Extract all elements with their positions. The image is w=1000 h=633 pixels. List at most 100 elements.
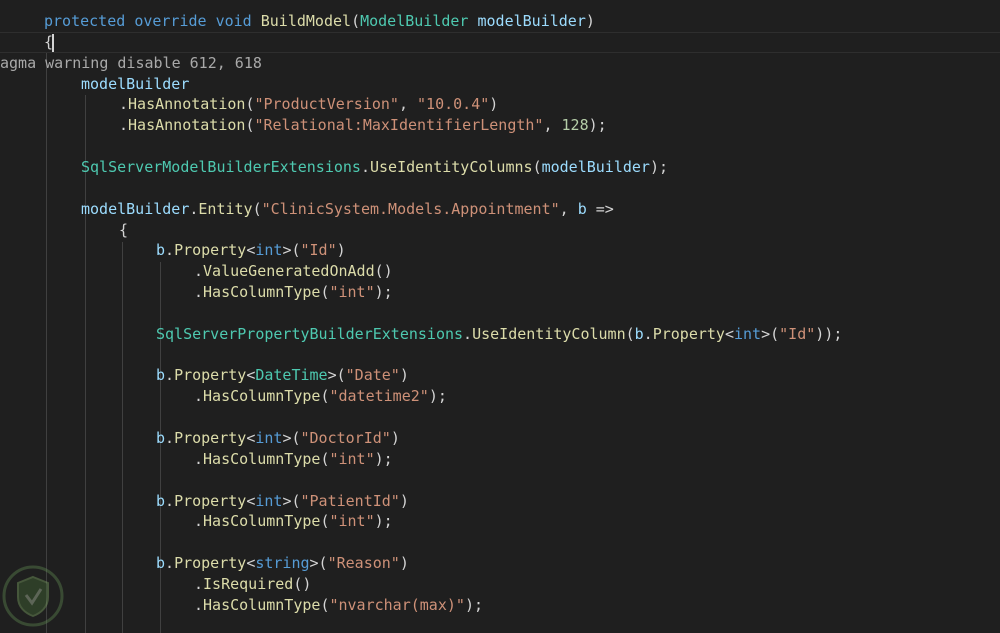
code-token: int [255, 241, 283, 260]
code-token: ) [399, 554, 409, 573]
code-token: < [246, 241, 256, 260]
code-token: >( [282, 429, 301, 447]
code-line[interactable]: .HasAnnotation("Relational:MaxIdentifier… [119, 115, 607, 136]
code-line[interactable]: SqlServerModelBuilderExtensions.UseIdent… [81, 157, 668, 178]
code-token: )); [815, 324, 843, 343]
code-line[interactable]: b.Property<int>("DoctorId") [156, 428, 400, 449]
code-token: () [293, 574, 312, 593]
code-token: ) [585, 12, 595, 30]
code-token: string [255, 554, 310, 573]
code-token: HasColumnType [203, 387, 321, 406]
code-token: Property [174, 491, 247, 510]
code-token: . [165, 366, 175, 385]
indent-guide [46, 53, 47, 633]
code-token: ValueGeneratedOnAdd [203, 262, 375, 281]
code-token: BuildModel [260, 12, 352, 30]
code-token: override [134, 12, 207, 30]
code-token: IsRequired [203, 574, 294, 593]
code-token: b [577, 199, 587, 218]
code-token: b [634, 324, 644, 343]
code-token: ( [252, 199, 262, 218]
code-token: . [165, 554, 175, 573]
code-token: SqlServerPropertyBuilderExtensions [156, 324, 464, 343]
code-token: ) [399, 366, 409, 385]
code-token: . [119, 95, 129, 114]
code-line[interactable]: .HasColumnType("nvarchar(max)"); [194, 595, 483, 616]
code-line[interactable]: modelBuilder.Entity("ClinicSystem.Models… [81, 199, 614, 220]
code-line[interactable]: SqlServerPropertyBuilderExtensions.UseId… [156, 324, 842, 345]
code-token: Entity [198, 199, 253, 218]
code-token: ) [336, 241, 346, 260]
code-line[interactable]: .HasColumnType("int"); [194, 282, 393, 303]
code-line[interactable]: b.Property<DateTime>("Date") [156, 365, 409, 386]
code-token: agma warning disable 612, 618 [0, 53, 262, 72]
code-token: < [246, 491, 256, 510]
code-token: ); [649, 157, 669, 176]
code-token: b [156, 554, 166, 573]
code-token: . [360, 157, 370, 176]
code-line[interactable]: modelBuilder [81, 74, 189, 95]
code-token: 128 [561, 116, 589, 135]
code-token: ) [399, 491, 409, 510]
code-token: . [194, 283, 204, 302]
indent-guide [122, 242, 123, 633]
code-line[interactable]: .ValueGeneratedOnAdd() [194, 261, 393, 282]
code-token: int [255, 491, 283, 510]
code-token: , [398, 95, 418, 114]
code-token: modelBuilder [81, 74, 190, 93]
code-token: Property [174, 241, 247, 260]
code-token: HasColumnType [203, 595, 321, 614]
code-token: "ProductVersion" [254, 95, 399, 114]
code-token: "PatientId" [300, 491, 400, 510]
code-token: "Relational:MaxIdentifierLength" [254, 116, 544, 135]
code-line[interactable]: .HasColumnType("datetime2"); [194, 386, 447, 407]
code-token: int [733, 324, 762, 343]
code-token: Property [174, 554, 247, 573]
code-token: . [194, 595, 204, 614]
code-line[interactable]: .IsRequired() [194, 574, 311, 595]
code-token: ); [374, 449, 393, 468]
code-token: >( [327, 366, 346, 385]
code-token: . [194, 262, 204, 281]
code-line[interactable]: b.Property<string>("Reason") [156, 553, 409, 574]
code-token: . [165, 429, 175, 447]
code-token: "int" [329, 283, 375, 302]
code-token: . [643, 324, 653, 343]
code-token: ); [374, 283, 393, 302]
code-editor[interactable]: protected override void BuildModel(Model… [0, 0, 1000, 633]
code-token: Property [174, 429, 247, 447]
code-token: . [194, 512, 204, 531]
code-token: . [463, 324, 473, 343]
code-line[interactable]: protected override void BuildModel(Model… [44, 11, 595, 32]
code-token: modelBuilder [477, 12, 586, 30]
code-token: UseIdentityColumn [472, 324, 626, 343]
code-line[interactable]: agma warning disable 612, 618 [0, 53, 262, 74]
code-line[interactable]: b.Property<int>("PatientId") [156, 491, 409, 512]
code-token: . [165, 491, 175, 510]
code-token: "Date" [345, 366, 400, 385]
code-token: "ClinicSystem.Models.Appointment" [261, 199, 560, 218]
code-token: "int" [329, 449, 375, 468]
code-token: b [156, 429, 166, 447]
code-line[interactable]: .HasAnnotation("ProductVersion", "10.0.4… [119, 94, 498, 115]
code-token: b [156, 241, 166, 260]
code-token: protected [44, 12, 126, 30]
code-token: ) [390, 429, 400, 447]
code-token: < [246, 554, 256, 573]
code-token: >( [761, 324, 780, 343]
code-token: ); [464, 595, 483, 614]
code-line[interactable]: .HasColumnType("int"); [194, 511, 393, 532]
code-token: "Id" [779, 324, 816, 343]
code-line[interactable]: { [119, 220, 128, 241]
code-token: >( [309, 554, 328, 573]
code-token: < [724, 324, 734, 343]
shield-logo-icon [2, 565, 64, 627]
code-token: b [156, 366, 166, 385]
code-token: modelBuilder [81, 199, 190, 218]
code-token: , [543, 116, 562, 135]
code-token: Property [174, 366, 247, 385]
code-line[interactable]: b.Property<int>("Id") [156, 240, 346, 261]
code-token: ); [428, 387, 447, 406]
code-line[interactable]: .HasColumnType("int"); [194, 449, 393, 470]
